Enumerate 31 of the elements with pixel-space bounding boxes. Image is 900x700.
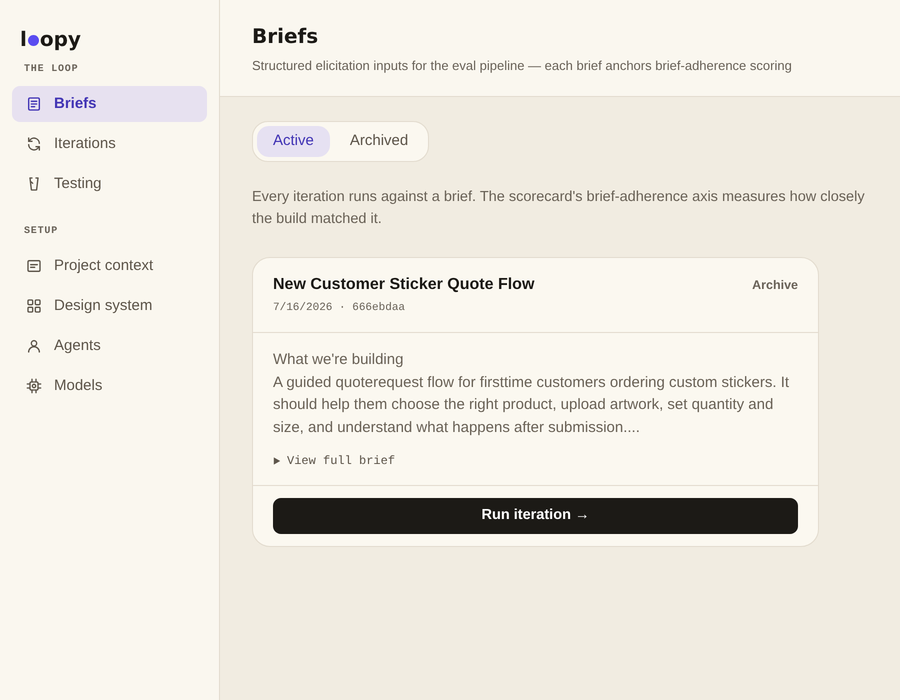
list-window-icon — [26, 258, 42, 274]
logo-text: opy — [40, 29, 81, 49]
tab[interactable]: Archived — [334, 126, 424, 157]
section-title: SETUP — [23, 226, 60, 238]
user-icon — [26, 338, 42, 354]
nav-item[interactable]: Testing — [12, 166, 207, 202]
tab[interactable]: Active — [257, 126, 330, 157]
brief-title: New Customer Sticker Quote Flow — [273, 275, 534, 295]
brief-summary: A guided quoterequest flow for firsttime customers ordering custom stickers. It should help them choose the right product, upload artwork, set quantity and size, and understand what happens after submission.... — [273, 372, 790, 438]
nav-item[interactable]: Design system — [12, 288, 207, 324]
page-subtitle: Structured elicitation inputs for the eval pipeline — each brief anchors brief-adherence scoring — [252, 57, 793, 75]
triangle-icon — [273, 457, 281, 465]
run-iteration-button[interactable]: Run iteration → — [273, 498, 798, 534]
nav-item[interactable]: Iterations — [12, 126, 207, 162]
brief-meta: 7/16/2026 · 666ebdaa — [273, 301, 406, 316]
archive-button[interactable]: Archive — [752, 275, 798, 295]
chip-icon — [26, 378, 42, 394]
section-heading: What we're building — [273, 350, 404, 370]
nav-item[interactable]: Project context — [12, 248, 207, 284]
section-title: THE LOOP — [23, 64, 80, 76]
nav-item[interactable]: Briefs — [12, 86, 207, 122]
refresh-icon — [26, 136, 42, 152]
dot-icon — [28, 35, 39, 46]
view-brief-toggle[interactable]: View full brief — [273, 453, 396, 469]
grid-icon — [26, 298, 42, 314]
intro-text: Every iteration runs against a brief. The scorecard's brief-adherence axis measures how closely the build matched it. — [252, 188, 866, 229]
logo-text: l — [20, 29, 27, 49]
document-icon — [26, 96, 42, 112]
nav-item[interactable]: Agents — [12, 328, 207, 364]
nav-item[interactable]: Models — [12, 368, 207, 404]
page-title: Briefs — [252, 23, 320, 50]
